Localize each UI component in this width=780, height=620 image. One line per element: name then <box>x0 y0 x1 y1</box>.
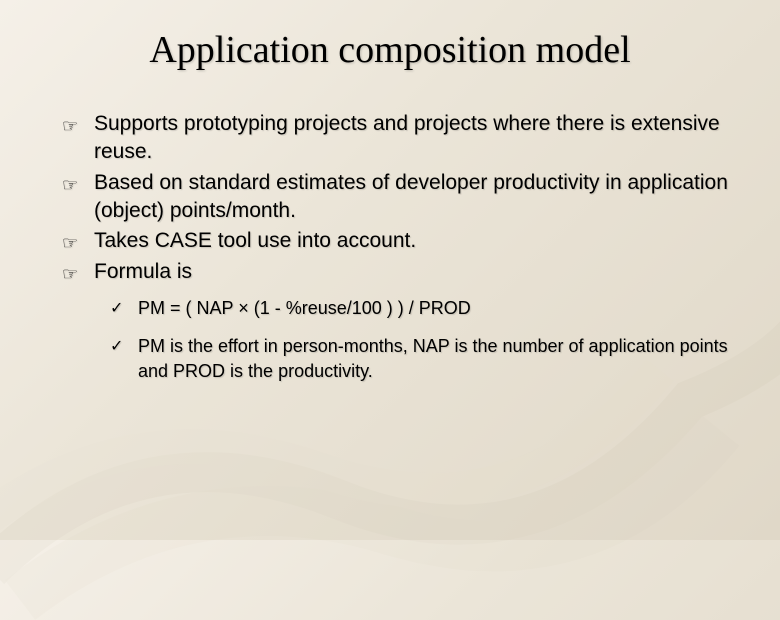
hand-bullet-icon: ☞ <box>62 173 84 197</box>
check-bullet-icon: ✓ <box>110 298 130 320</box>
sub-bullet-list: ✓ PM = ( NAP × (1 - %reuse/100 ) ) / PRO… <box>50 296 730 383</box>
hand-bullet-icon: ☞ <box>62 114 84 138</box>
sub-bullet-item: ✓ PM is the effort in person-months, NAP… <box>110 334 730 383</box>
bullet-text: Takes CASE tool use into account. <box>94 227 730 255</box>
bullet-item: ☞ Formula is <box>62 258 730 286</box>
bullet-item: ☞ Supports prototyping projects and proj… <box>62 110 730 167</box>
slide-title: Application composition model <box>50 28 730 72</box>
hand-bullet-icon: ☞ <box>62 231 84 255</box>
bullet-text: Formula is <box>94 258 730 286</box>
main-bullet-list: ☞ Supports prototyping projects and proj… <box>50 110 730 286</box>
bullet-item: ☞ Takes CASE tool use into account. <box>62 227 730 255</box>
bullet-item: ☞ Based on standard estimates of develop… <box>62 169 730 226</box>
hand-bullet-icon: ☞ <box>62 262 84 286</box>
sub-bullet-text: PM is the effort in person-months, NAP i… <box>138 334 730 383</box>
sub-bullet-item: ✓ PM = ( NAP × (1 - %reuse/100 ) ) / PRO… <box>110 296 730 320</box>
slide-content: Application composition model ☞ Supports… <box>0 0 780 425</box>
sub-bullet-text: PM = ( NAP × (1 - %reuse/100 ) ) / PROD <box>138 296 730 320</box>
check-bullet-icon: ✓ <box>110 336 130 358</box>
bullet-text: Based on standard estimates of developer… <box>94 169 730 226</box>
bullet-text: Supports prototyping projects and projec… <box>94 110 730 167</box>
